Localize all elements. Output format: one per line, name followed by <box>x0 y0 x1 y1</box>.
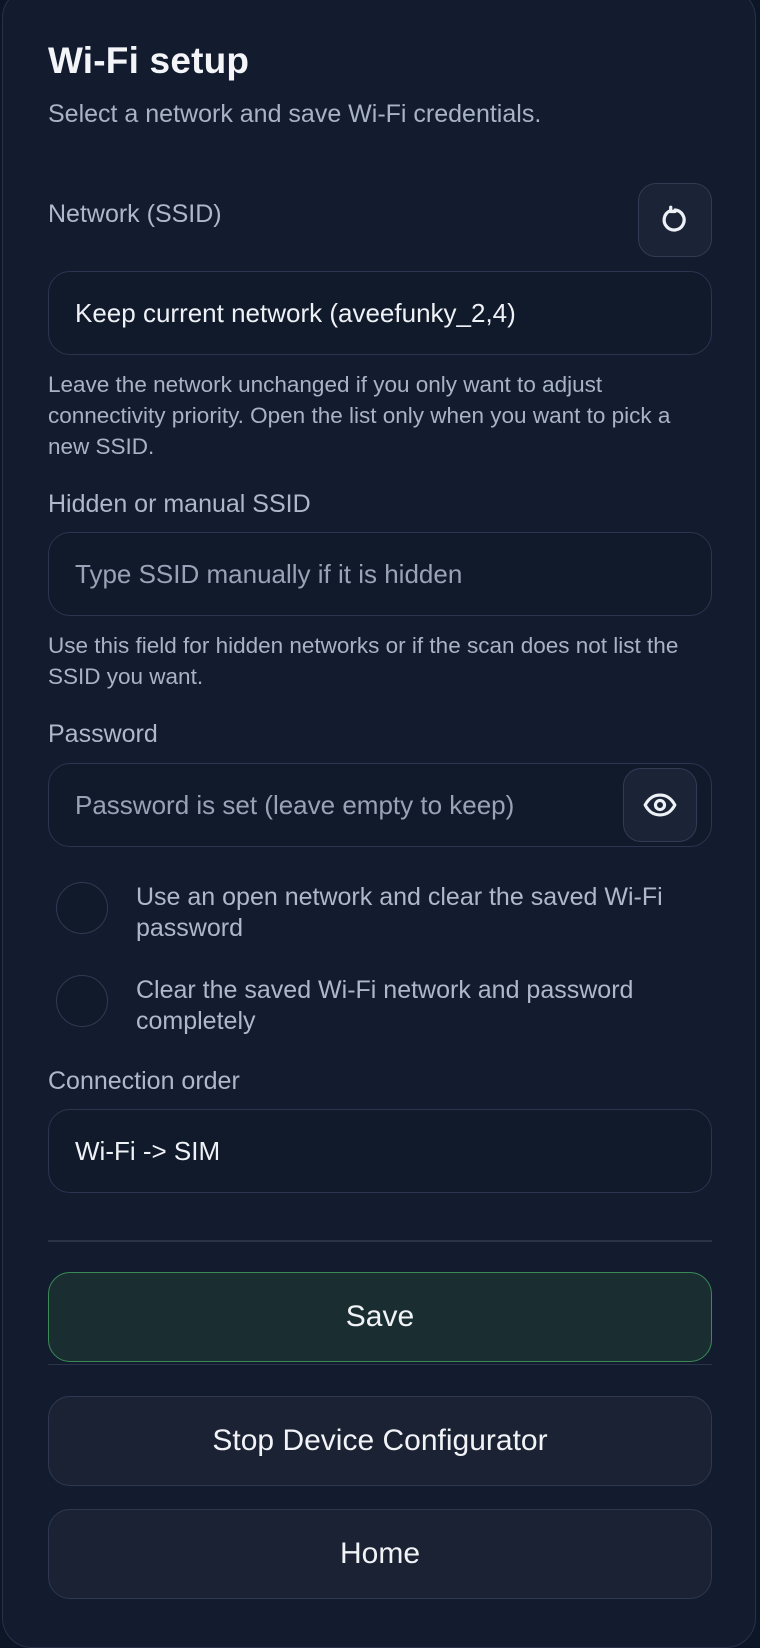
network-help-text: Leave the network unchanged if you only … <box>48 372 671 459</box>
open-network-option[interactable]: Use an open network and clear the saved … <box>52 882 712 946</box>
page-subtitle: Select a network and save Wi-Fi credenti… <box>48 100 542 128</box>
refresh-networks-button[interactable] <box>638 183 712 257</box>
open-network-option-label: Use an open network and clear the saved … <box>136 883 663 942</box>
clear-network-option[interactable]: Clear the saved Wi-Fi network and passwo… <box>52 975 712 1039</box>
connection-order-label: Connection order <box>48 1067 240 1095</box>
network-select[interactable]: Keep current network (aveefunky_2,4) <box>48 271 712 355</box>
password-field <box>48 763 712 847</box>
network-label: Network (SSID) <box>48 200 222 228</box>
refresh-icon <box>660 205 690 235</box>
password-label: Password <box>48 720 158 748</box>
clear-network-radio[interactable] <box>56 975 108 1027</box>
connection-order-select[interactable]: Wi-Fi -> SIM <box>48 1109 712 1193</box>
password-input[interactable] <box>75 764 615 846</box>
manual-ssid-field <box>48 532 712 616</box>
clear-network-option-label: Clear the saved Wi-Fi network and passwo… <box>136 976 634 1035</box>
divider <box>48 1240 712 1242</box>
manual-ssid-help-text: Use this field for hidden networks or if… <box>48 633 679 689</box>
home-button[interactable]: Home <box>48 1509 712 1599</box>
eye-icon <box>643 788 677 822</box>
manual-ssid-input[interactable] <box>75 533 615 615</box>
stop-device-configurator-button[interactable]: Stop Device Configurator <box>48 1396 712 1486</box>
manual-ssid-label: Hidden or manual SSID <box>48 490 311 518</box>
toggle-password-visibility-button[interactable] <box>623 768 697 842</box>
network-select-value: Keep current network (aveefunky_2,4) <box>75 298 516 328</box>
open-network-radio[interactable] <box>56 882 108 934</box>
connection-order-value: Wi-Fi -> SIM <box>75 1136 221 1166</box>
save-button[interactable]: Save <box>48 1272 712 1362</box>
divider <box>48 1364 712 1365</box>
page-title: Wi-Fi setup <box>48 40 250 81</box>
